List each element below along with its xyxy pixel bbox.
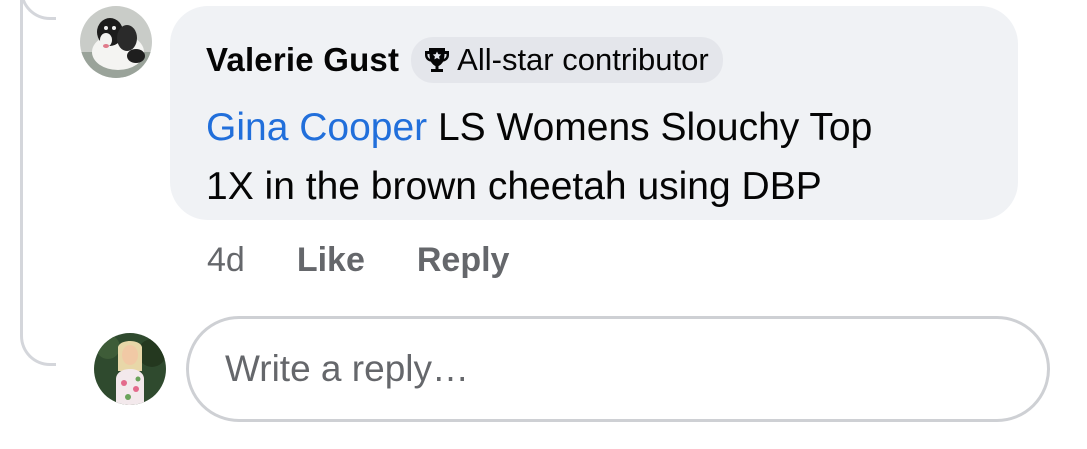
commenter-avatar[interactable] <box>80 6 152 78</box>
reply-input[interactable] <box>223 347 987 391</box>
contributor-badge[interactable]: All-star contributor <box>411 37 723 83</box>
current-user-avatar[interactable] <box>94 333 166 405</box>
mention-link[interactable]: Gina Cooper <box>206 106 427 149</box>
comment-author-name[interactable]: Valerie Gust <box>206 41 399 79</box>
reply-button[interactable]: Reply <box>417 241 510 280</box>
comment-timestamp[interactable]: 4d <box>207 241 245 280</box>
badge-label: All-star contributor <box>457 42 709 77</box>
comment-bubble: Valerie Gust All-star contributor Gina C… <box>170 6 1018 220</box>
reply-composer[interactable] <box>186 316 1050 422</box>
thread-connector-line <box>20 0 56 366</box>
comment-actions: 4d Like Reply <box>207 236 509 284</box>
comment-text-line2: 1X in the brown cheetah using DBP <box>206 165 822 208</box>
comment-body: Gina Cooper LS Womens Slouchy Top 1X in … <box>206 98 982 216</box>
trophy-icon <box>425 48 450 72</box>
user-avatar-image <box>94 333 166 405</box>
like-button[interactable]: Like <box>297 241 365 280</box>
comment-header: Valerie Gust All-star contributor <box>206 36 982 84</box>
comment-text-line1: LS Womens Slouchy Top <box>427 106 873 149</box>
dog-avatar-image <box>80 6 152 78</box>
